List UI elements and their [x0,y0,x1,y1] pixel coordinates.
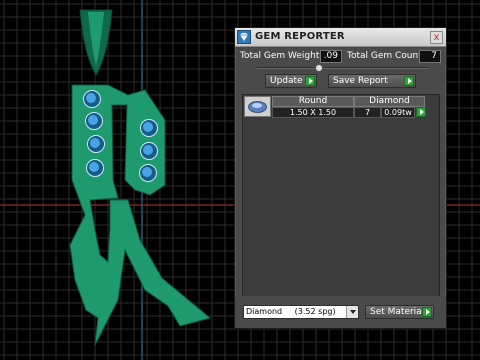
cell-gem-size: 1.50 X 1.50 [272,107,354,118]
gem-stone-facet [89,162,99,172]
update-button[interactable]: Update [265,74,317,88]
column-header-diamond: Diamond [354,96,425,107]
set-material-button[interactable]: Set Material [365,305,434,319]
save-report-button[interactable]: Save Report [328,74,416,88]
gem-icon [240,33,248,41]
close-button[interactable]: x [430,31,443,44]
gem-stone-facet [90,138,100,148]
save-report-button-label: Save Report [333,76,388,86]
update-button-label: Update [270,76,303,86]
gem-table: Round Diamond 1.50 X 1.50 7 0.09tw [242,94,440,319]
chevron-down-icon[interactable] [346,306,358,318]
material-select[interactable]: Diamond (3.52 spg) [243,305,359,319]
gem-stone-facet [88,115,98,125]
gem-reporter-panel: GEM REPORTER x Total Gem Weight .09 Tota… [234,27,447,329]
gem-stone-facet [142,167,152,177]
total-gem-count-label: Total Gem Count [347,51,422,61]
panel-slider-track[interactable] [257,67,429,69]
go-arrow-icon [422,307,432,317]
gem-stone-facet [86,93,96,103]
column-header-round: Round [272,96,354,107]
panel-slider-knob[interactable] [315,64,323,72]
gem-stone-facet [143,122,153,132]
total-gem-weight-label: Total Gem Weight [240,51,320,61]
go-arrow-icon [404,76,414,86]
round-gem-icon [248,101,267,113]
set-material-button-label: Set Material [370,307,425,317]
material-selected-value: Diamond [246,307,283,316]
total-gem-count-value: 7 [419,50,441,63]
cell-gem-weight: 0.09tw [381,107,415,118]
total-gem-weight-value: .09 [320,50,342,63]
gem-thumbnail[interactable] [244,96,271,117]
panel-title: GEM REPORTER [255,31,345,42]
material-gravity: (3.52 spg) [294,307,336,316]
panel-titlebar[interactable]: GEM REPORTER x [235,28,446,47]
go-arrow-icon [305,76,315,86]
row-go-icon[interactable] [416,107,426,117]
cell-gem-count: 7 [354,107,381,118]
gem-stone-facet [143,145,153,155]
gem-reporter-app-icon [237,30,251,44]
